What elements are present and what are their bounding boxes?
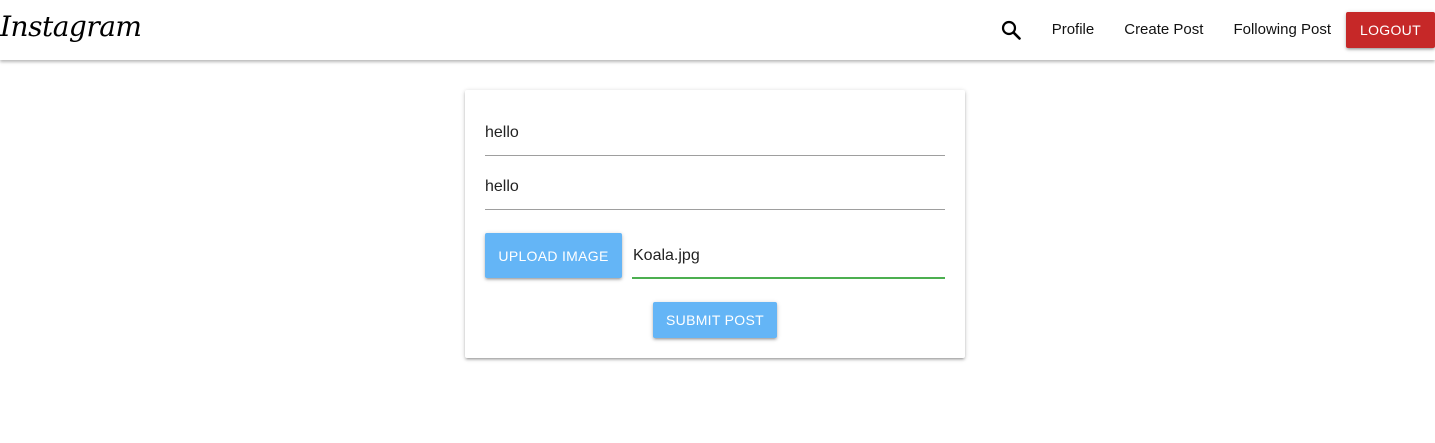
brand-logo[interactable]: Instagram bbox=[0, 7, 142, 47]
nav-link-profile[interactable]: Profile bbox=[1037, 0, 1110, 60]
submit-post-button[interactable]: SUBMIT POST bbox=[653, 302, 777, 338]
nav-links: Profile Create Post Following Post LOGOU… bbox=[999, 0, 1435, 60]
nav-link-following-post[interactable]: Following Post bbox=[1218, 0, 1346, 60]
logout-button[interactable]: LOGOUT bbox=[1346, 12, 1435, 48]
search-icon[interactable] bbox=[999, 18, 1023, 42]
body-input[interactable]: hello bbox=[485, 164, 945, 210]
nav-link-create-post[interactable]: Create Post bbox=[1109, 0, 1218, 60]
create-post-card: hello hello UPLOAD IMAGE Koala.jpg SUBMI… bbox=[465, 90, 965, 358]
navbar: Instagram Profile Create Post Following … bbox=[0, 0, 1435, 60]
file-path-input[interactable]: Koala.jpg bbox=[632, 233, 945, 279]
title-input[interactable]: hello bbox=[485, 110, 945, 156]
upload-image-button[interactable]: UPLOAD IMAGE bbox=[485, 233, 622, 278]
